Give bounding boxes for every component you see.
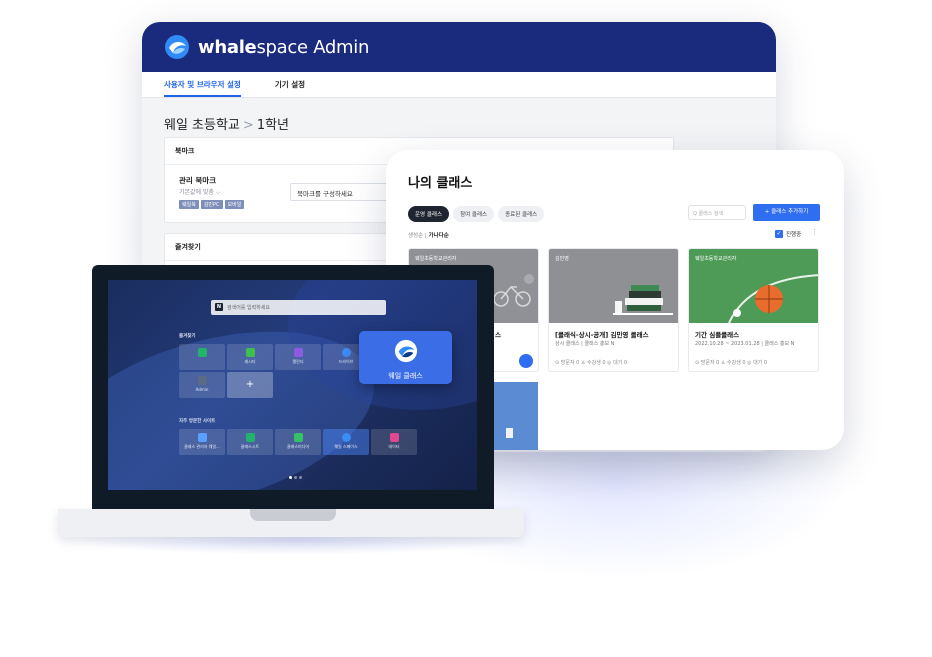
frequent-site-label: 데이터: [388, 444, 400, 449]
tab-operating-classes[interactable]: 운영 클래스: [408, 206, 450, 222]
bookmark-config-select[interactable]: 북마크를 구성하세요: [290, 183, 400, 201]
managed-bookmark-default[interactable]: 기본값에 맞춤 ⌵: [179, 187, 220, 197]
cloud-icon: [341, 348, 351, 357]
admin-tabs: 사용자 및 브라우저 설정 기기 설정: [142, 72, 776, 98]
sheet-icon: [245, 433, 255, 442]
favorite-tile[interactable]: [179, 344, 225, 370]
in-progress-label: 진행중: [786, 232, 802, 238]
laptop-notch: [250, 509, 336, 521]
cup-illustration-icon: [506, 428, 513, 438]
favorites-section-title: 즐겨찾기: [179, 334, 196, 339]
class-card-name: 기간 심플클래스: [695, 331, 740, 339]
tab-ended-classes[interactable]: 종료된 클래스: [498, 206, 545, 222]
site-icon: [197, 433, 207, 442]
add-class-button[interactable]: + 클래스 추가하기: [753, 204, 820, 221]
brand-bold: whale: [198, 36, 257, 58]
video-call-icon[interactable]: [519, 354, 533, 368]
bookmark-chip[interactable]: 모바일: [224, 200, 245, 209]
breadcrumb-separator: >: [242, 118, 254, 133]
class-card-owner: 웨일초등학교관리자: [415, 256, 457, 262]
frequent-site-tile[interactable]: 클래스시트: [227, 429, 273, 455]
managed-bookmark-label: 관리 북마크: [179, 176, 217, 185]
favorite-tile[interactable]: 캐시티: [227, 344, 273, 370]
frequent-site-label: 클래스시트: [240, 444, 260, 449]
admin-header: whalespace Admin: [142, 22, 776, 72]
cafe-icon: [245, 348, 255, 357]
class-card-stats: ⊙ 방문자 0 ♙ 수강생 0 ◎ 대기 0: [695, 360, 768, 366]
page-dot[interactable]: [299, 476, 302, 479]
favorite-label: Admin: [195, 387, 209, 392]
class-card-meta: 상시 클래스 | 클래스 홍보 N: [555, 341, 615, 347]
basketball-illustration-icon: [728, 274, 818, 323]
frequent-site-tile[interactable]: 웨일 스페이스: [323, 429, 369, 455]
class-search-input[interactable]: Q 클래스 검색: [688, 205, 746, 220]
page-dot[interactable]: [294, 476, 297, 479]
class-card-image: 웨일초등학교관리자: [689, 249, 818, 323]
favorite-tile[interactable]: 캘린더: [275, 344, 321, 370]
in-progress-filter[interactable]: ✓ 진행중: [775, 230, 801, 238]
favorite-tile[interactable]: Admin: [179, 372, 225, 398]
bookmark-chip[interactable]: 김민PC: [200, 200, 223, 209]
breadcrumb: 웨일 초등학교 >1학년: [164, 114, 289, 133]
frequent-site-tile[interactable]: 데이터: [371, 429, 417, 455]
admin-icon: [197, 376, 207, 385]
favorite-label: 캘린더: [292, 359, 304, 364]
whale-logo-icon: [394, 339, 417, 363]
books-illustration-icon: [613, 285, 673, 315]
breadcrumb-grade: 1학년: [256, 118, 290, 133]
brand-rest: space Admin: [256, 36, 370, 58]
favorite-label: 캐시티: [244, 359, 256, 364]
tab-user-browser-settings[interactable]: 사용자 및 브라우저 설정: [164, 79, 241, 97]
sort-alphabetical[interactable]: 가나다순: [429, 233, 449, 239]
breadcrumb-school[interactable]: 웨일 초등학교: [164, 118, 240, 133]
sort-options: 생성순 | 가나다순: [408, 233, 449, 239]
class-card-partial[interactable]: [494, 382, 538, 450]
mail-icon: [197, 348, 207, 357]
whale-class-tile[interactable]: 웨일 클래스: [359, 331, 452, 384]
naver-logo-icon: N: [215, 303, 223, 311]
laptop-screen: 검색어를 입력하세요 N 즐겨찾기 캐시티 캘린더 드라이브 Admin + 웨…: [108, 280, 477, 490]
frequent-site-tile[interactable]: 클래스미디어: [275, 429, 321, 455]
frequent-site-label: 클래스 관리자 웨일...: [184, 444, 220, 449]
calendar-icon: [293, 348, 303, 357]
bicycle-illustration-icon: [493, 274, 534, 307]
class-card[interactable]: 김민영 [클래식-상시-공개] 김민영 클래스 상시 클래스 | 클래스 홍보 …: [548, 248, 679, 372]
bookmark-chip[interactable]: 웨일북: [179, 200, 199, 209]
hero-composition: whalespace Admin 사용자 및 브라우저 설정 기기 설정 웨일 …: [0, 0, 932, 657]
frequent-site-label: 클래스미디어: [286, 444, 310, 449]
tab-joined-classes[interactable]: 참여 클래스: [453, 206, 495, 222]
add-favorite-button[interactable]: +: [227, 372, 273, 398]
new-tab-search-input[interactable]: 검색어를 입력하세요: [211, 300, 386, 315]
play-icon: [293, 433, 303, 442]
class-card[interactable]: 웨일초등학교관리자 기간 심플클래스 2022.10.28 ~ 2023.01.…: [688, 248, 819, 372]
data-icon: [389, 433, 399, 442]
tab-device-settings[interactable]: 기기 설정: [275, 79, 305, 97]
frequent-site-label: 웨일 스페이스: [334, 444, 358, 449]
bookmark-chips: 웨일북 김민PC 모바일: [179, 200, 245, 209]
frequent-site-tile[interactable]: 클래스 관리자 웨일...: [179, 429, 225, 455]
frequent-section-title: 자주 방문한 사이트: [179, 419, 216, 424]
plus-icon: +: [245, 379, 255, 390]
page-title: 나의 클래스: [408, 176, 473, 191]
whale-logo-icon: [165, 35, 189, 59]
class-card-image: 김민영: [549, 249, 678, 323]
page-dot[interactable]: [289, 476, 292, 479]
more-options-icon[interactable]: ⋮: [811, 228, 818, 236]
page-indicator: [289, 476, 302, 479]
whale-class-label: 웨일 클래스: [388, 372, 423, 380]
class-card-meta: 2022.10.28 ~ 2023.01.28 | 클래스 홍보 N: [695, 341, 795, 347]
class-tabs: 운영 클래스 참여 클래스 종료된 클래스: [408, 206, 545, 222]
sort-created[interactable]: 생성순: [408, 233, 423, 239]
checkbox-icon[interactable]: ✓: [775, 230, 783, 238]
class-card-name: [클래식-상시-공개] 김민영 클래스: [555, 331, 649, 339]
class-card-name: 스: [495, 331, 501, 339]
class-card-stats: ⊙ 방문자 0 ♙ 수강생 0 ◎ 대기 0: [555, 360, 628, 366]
class-card-owner: 김민영: [555, 256, 569, 262]
whale-space-icon: [341, 433, 351, 442]
admin-brand: whalespace Admin: [198, 37, 369, 58]
